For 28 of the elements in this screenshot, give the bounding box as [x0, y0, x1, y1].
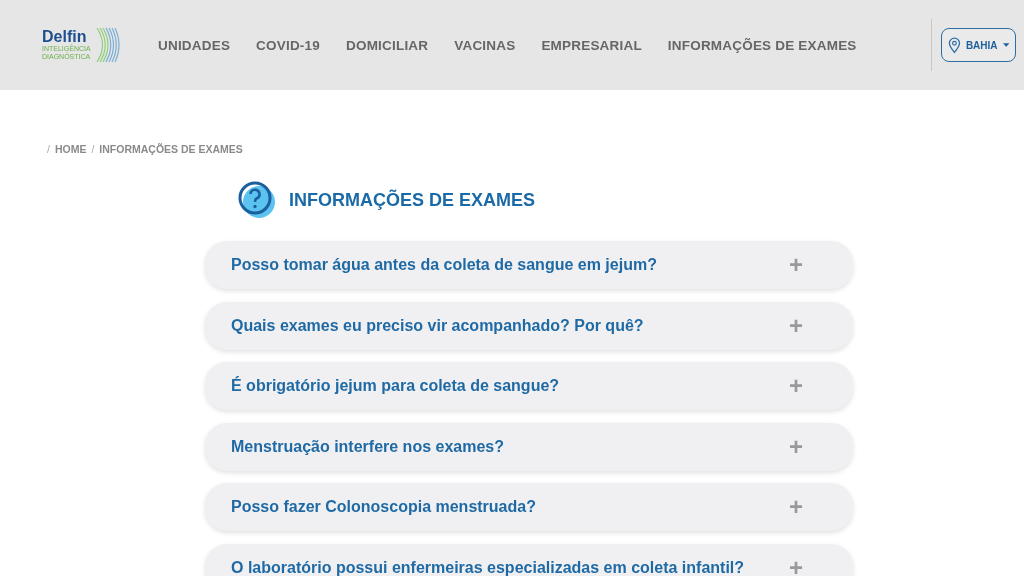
- expand-icon: +: [789, 311, 803, 340]
- question-icon: [237, 181, 277, 219]
- breadcrumb-separator: /: [91, 143, 95, 155]
- location-pin-icon: [948, 36, 961, 54]
- expand-icon: +: [789, 251, 803, 279]
- logo-name: Delfin: [42, 29, 87, 45]
- nav-link[interactable]: EMPRESARIAL: [541, 37, 642, 53]
- nav-link[interactable]: COVID-19: [256, 37, 320, 53]
- expand-icon: +: [789, 432, 803, 461]
- nav-link[interactable]: VACINAS: [454, 37, 516, 53]
- breadcrumb-link[interactable]: HOME: [54, 143, 87, 155]
- faq-item[interactable]: Posso fazer Colonoscopia menstruada? +: [205, 483, 853, 531]
- faq-item[interactable]: Posso tomar água antes da coleta de sangue em jejum? +: [205, 241, 853, 289]
- breadcrumb-link[interactable]: INFORMAÇÕES DE EXAMES: [99, 143, 243, 155]
- expand-icon: +: [789, 493, 803, 521]
- nav-link[interactable]: INFORMAÇÕES DE EXAMES: [667, 37, 857, 53]
- expand-icon: +: [789, 372, 803, 400]
- caret-icon: [1002, 43, 1009, 47]
- faq-item[interactable]: Menstruação interfere nos exames? +: [205, 422, 853, 471]
- region-button[interactable]: BAHIA: [941, 28, 1016, 62]
- faq-item[interactable]: É obrigatório jejum para coleta de sangue? +: [205, 362, 853, 410]
- faq-item[interactable]: Quais exames eu preciso vir acompanhado? Por quê? +: [205, 301, 853, 350]
- nav-link[interactable]: UNIDADES: [158, 37, 231, 53]
- nav-link[interactable]: DOMICILIAR: [346, 37, 429, 53]
- expand-icon: +: [789, 553, 803, 576]
- faq-item[interactable]: O laboratório possui enfermeiras especializadas em coleta infantil? +: [205, 543, 853, 576]
- breadcrumb-separator: /: [47, 143, 50, 155]
- section-title: INFORMAÇÕES DE EXAMES: [289, 189, 536, 211]
